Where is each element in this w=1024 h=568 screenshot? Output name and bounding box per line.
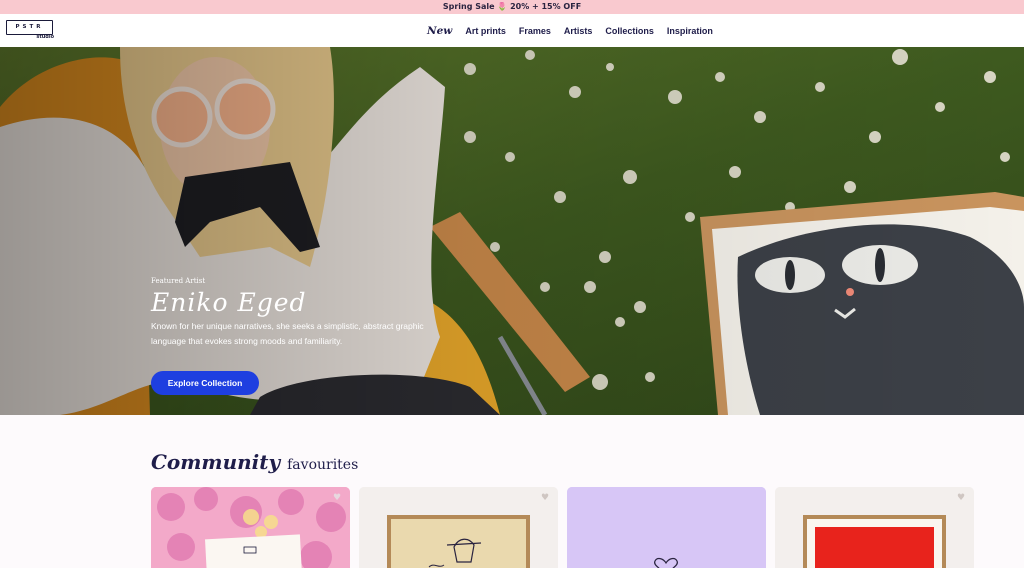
product-image: [151, 487, 350, 568]
section-title: Community favourites: [151, 450, 358, 482]
product-card[interactable]: ♥: [151, 487, 350, 568]
heart-icon[interactable]: ♥: [956, 493, 966, 503]
product-image: [775, 487, 974, 568]
section-title-plain: favourites: [287, 457, 359, 473]
hero-eyebrow: Featured Artist: [151, 277, 206, 285]
logo-subtitle: studio: [36, 34, 54, 40]
product-card[interactable]: ♥: [359, 487, 558, 568]
nav-item-artists[interactable]: Artists: [564, 26, 593, 36]
nav-item-inspiration[interactable]: Inspiration: [667, 26, 713, 36]
nav-item-art-prints[interactable]: Art prints: [465, 26, 506, 36]
section-title-script: Community: [151, 450, 281, 474]
main-nav: New Art prints Frames Artists Collection…: [427, 14, 713, 47]
heart-icon[interactable]: ♥: [540, 493, 550, 503]
product-card[interactable]: ♥: [775, 487, 974, 568]
logo-mark: PSTR: [6, 20, 53, 35]
hero-description: Known for her unique narratives, she see…: [151, 321, 424, 346]
product-image: [567, 487, 766, 568]
site-header: PSTR studio New Art prints Frames Artist…: [0, 14, 1024, 47]
heart-icon[interactable]: ♥: [332, 493, 342, 503]
nav-item-collections[interactable]: Collections: [605, 26, 654, 36]
promo-banner: Spring Sale 🌷 20% + 15% OFF: [0, 0, 1024, 14]
nav-item-frames[interactable]: Frames: [519, 26, 551, 36]
explore-collection-button[interactable]: Explore Collection: [151, 371, 259, 395]
hero-image: [0, 47, 1024, 415]
hero-banner: Featured Artist Eniko Eged Known for her…: [0, 47, 1024, 415]
product-image: [359, 487, 558, 568]
nav-item-new[interactable]: New: [427, 25, 452, 37]
hero-text: Featured Artist Eniko Eged Known for her…: [151, 277, 451, 349]
hero-artist-name: Eniko Eged: [151, 288, 307, 317]
product-card[interactable]: [567, 487, 766, 568]
logo[interactable]: PSTR studio: [6, 20, 54, 41]
